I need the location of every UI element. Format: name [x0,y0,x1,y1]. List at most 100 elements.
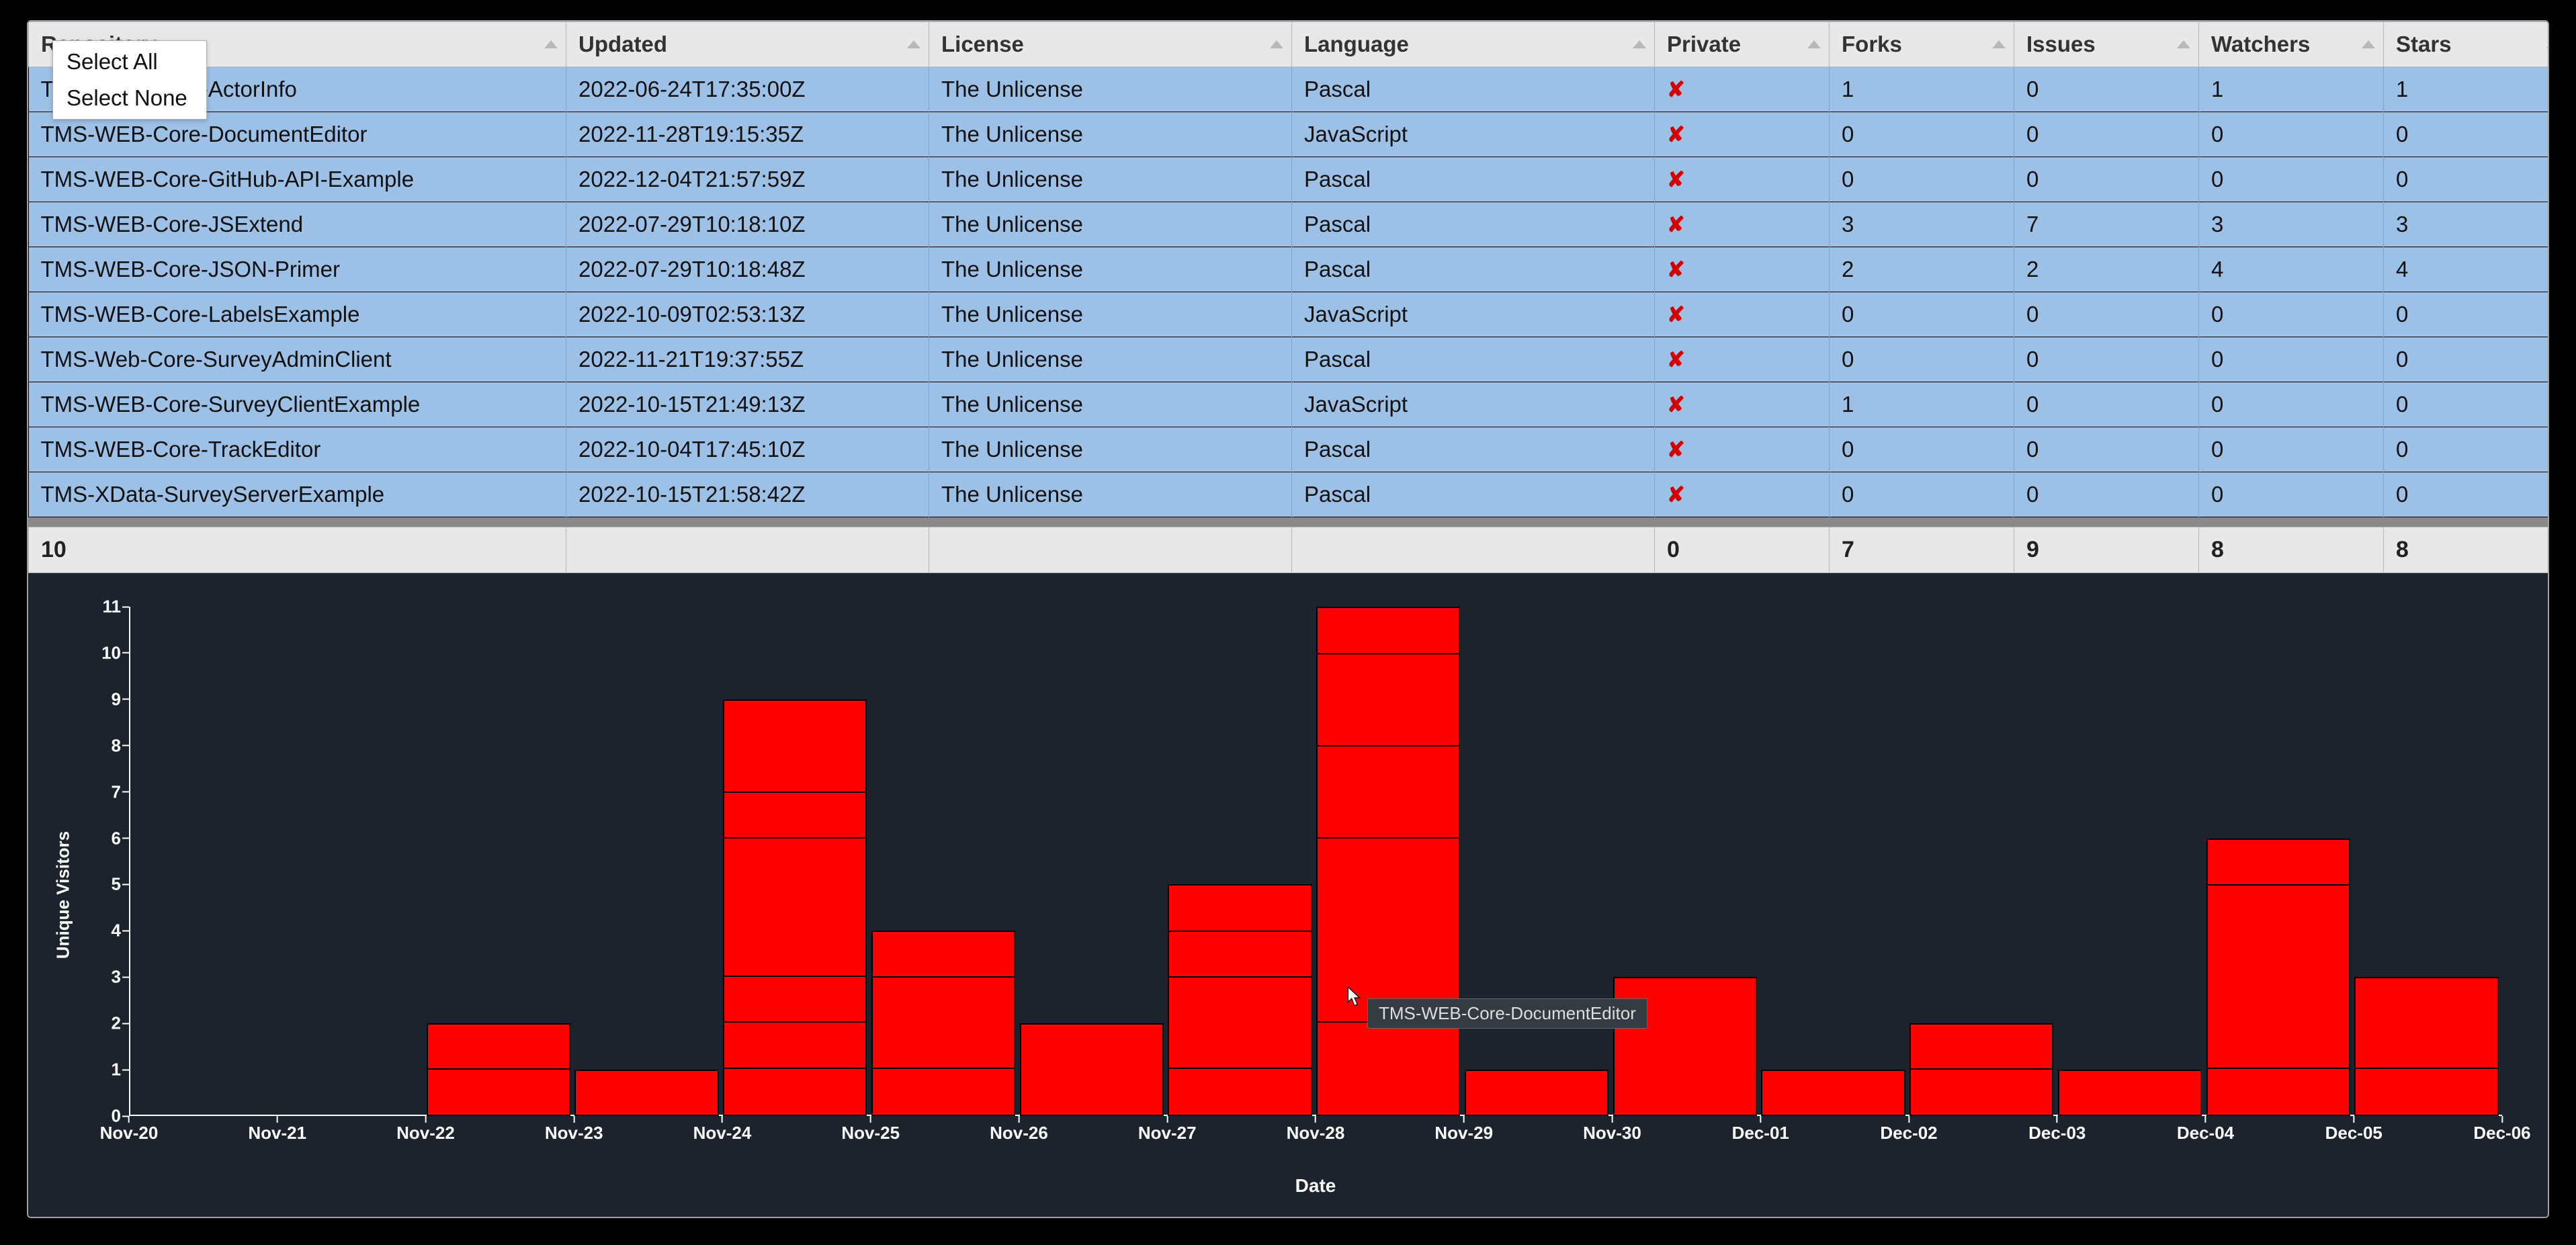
chart-bar[interactable] [2058,1070,2202,1116]
chart-bar[interactable] [723,699,867,1116]
cell-updated: 2022-11-28T19:15:35Z [566,112,929,157]
table-row[interactable]: TMS-XData-SurveyServerExample2022-10-15T… [29,472,2550,517]
cell-updated: 2022-07-29T10:18:10Z [566,202,929,247]
cell-issues: 0 [2014,67,2199,112]
bar-segment-divider [1318,653,1459,654]
cell-license: The Unlicense [929,247,1292,292]
cell-forks: 3 [1830,202,2014,247]
sort-arrow-icon[interactable] [1633,40,1646,48]
cell-updated: 2022-11-21T19:37:55Z [566,337,929,382]
x-tick: Dec-05 [2325,1123,2382,1144]
cell-watchers: 0 [2199,112,2384,157]
x-tick: Nov-27 [1138,1123,1197,1144]
column-header-issues[interactable]: Issues [2014,22,2199,67]
y-tick: 11 [103,597,122,617]
chart-bar[interactable] [871,931,1015,1116]
y-axis-label: Unique Visitors [53,831,74,959]
cell-private: ✘ [1655,67,1830,112]
cell-stars: 0 [2384,112,2550,157]
cell-stars: 4 [2384,247,2550,292]
chart-bar[interactable] [2206,839,2350,1116]
column-header-watchers[interactable]: Watchers [2199,22,2384,67]
sort-arrow-icon[interactable] [544,40,558,48]
menu-item-select-none[interactable]: Select None [53,80,206,116]
chart-bar[interactable] [1465,1070,1608,1116]
table-row[interactable]: TMS-WEB-Core-GitHub-API-Example2022-12-0… [29,157,2550,202]
bar-segment-divider [2356,1068,2497,1069]
cell-repo: TMS-WEB-Core-GitHub-API-Example [29,157,566,202]
chart-bar[interactable] [427,1023,570,1116]
chart-bar[interactable] [1316,607,1460,1116]
chart-bar[interactable] [1168,884,1312,1116]
table-row[interactable]: TMS-WEB-Core-LabelsExample2022-10-09T02:… [29,292,2550,337]
cell-license: The Unlicense [929,472,1292,517]
table-row[interactable]: TMS-WEB-Core-JSExtend2022-07-29T10:18:10… [29,202,2550,247]
table-row[interactable]: TMS-WEB-Core-JSON-Primer2022-07-29T10:18… [29,247,2550,292]
cell-stars: 0 [2384,427,2550,472]
column-header-label: Private [1667,32,1741,56]
column-header-label: Language [1304,32,1409,56]
cell-stars: 0 [2384,472,2550,517]
private-false-icon: ✘ [1667,482,1685,507]
bar-segment-divider [2208,1068,2349,1069]
cell-license: The Unlicense [929,157,1292,202]
table-row[interactable]: TMS-WEB-Core-TrackEditor2022-10-04T17:45… [29,427,2550,472]
sort-arrow-icon[interactable] [907,40,920,48]
y-tick: 5 [112,874,121,895]
y-tick: 4 [112,920,121,941]
chart-bar[interactable] [1020,1023,1164,1116]
column-header-private[interactable]: Private [1655,22,1830,67]
bar-segment-divider [1318,837,1459,839]
sort-arrow-icon[interactable] [2546,40,2549,48]
x-tick: Dec-06 [2473,1123,2530,1144]
cell-language: Pascal [1292,472,1655,517]
footer-cell-forks: 7 [1830,527,2014,573]
table-row[interactable]: TMS-WEB-Core-SurveyClientExample2022-10-… [29,382,2550,427]
table-row[interactable]: TMS-Web-Core-SurveyAdminClient2022-11-21… [29,337,2550,382]
bar-segment-divider [724,976,865,977]
table-row[interactable]: TMS-WEB-Core-ActorInfo2022-06-24T17:35:0… [29,67,2550,112]
cell-forks: 1 [1830,67,2014,112]
column-header-forks[interactable]: Forks [1830,22,2014,67]
chart-bar[interactable] [574,1070,718,1116]
footer-cell-language [1292,527,1655,573]
sort-arrow-icon[interactable] [2177,40,2190,48]
chart-bar[interactable] [1761,1070,1905,1116]
cell-private: ✘ [1655,472,1830,517]
sort-arrow-icon[interactable] [2362,40,2375,48]
x-tick: Nov-26 [990,1123,1048,1144]
sort-arrow-icon[interactable] [1270,40,1283,48]
sort-arrow-icon[interactable] [1807,40,1821,48]
cell-updated: 2022-06-24T17:35:00Z [566,67,929,112]
cell-private: ✘ [1655,157,1830,202]
mouse-cursor-icon [1347,986,1362,1008]
cell-watchers: 0 [2199,337,2384,382]
x-tick: Nov-25 [841,1123,900,1144]
table-row[interactable]: TMS-WEB-Core-DocumentEditor2022-11-28T19… [29,112,2550,157]
column-header-label: Issues [2026,32,2096,56]
column-header-license[interactable]: License [929,22,1292,67]
column-header-language[interactable]: Language [1292,22,1655,67]
column-header-updated[interactable]: Updated [566,22,929,67]
repo-table: RepositoryUpdatedLicenseLanguagePrivateF… [28,22,2549,517]
cell-repo: TMS-WEB-Core-SurveyClientExample [29,382,566,427]
cell-private: ✘ [1655,427,1830,472]
cell-repo: TMS-WEB-Core-LabelsExample [29,292,566,337]
column-header-stars[interactable]: Stars [2384,22,2550,67]
cell-updated: 2022-10-09T02:53:13Z [566,292,929,337]
column-header-label: Updated [578,32,667,56]
x-axis: Date Nov-20Nov-21Nov-22Nov-23Nov-24Nov-2… [129,1116,2502,1197]
bar-segment-divider [1169,1068,1310,1069]
y-tick: 8 [112,735,121,756]
cell-language: Pascal [1292,67,1655,112]
cell-issues: 0 [2014,472,2199,517]
cell-stars: 0 [2384,157,2550,202]
private-false-icon: ✘ [1667,167,1685,191]
chart-plot[interactable] [129,607,2502,1116]
sort-arrow-icon[interactable] [1992,40,2006,48]
cell-forks: 0 [1830,157,2014,202]
chart-bar[interactable] [2354,977,2498,1116]
chart-bar[interactable] [1909,1023,2053,1116]
cell-watchers: 0 [2199,472,2384,517]
menu-item-select-all[interactable]: Select All [53,44,206,80]
